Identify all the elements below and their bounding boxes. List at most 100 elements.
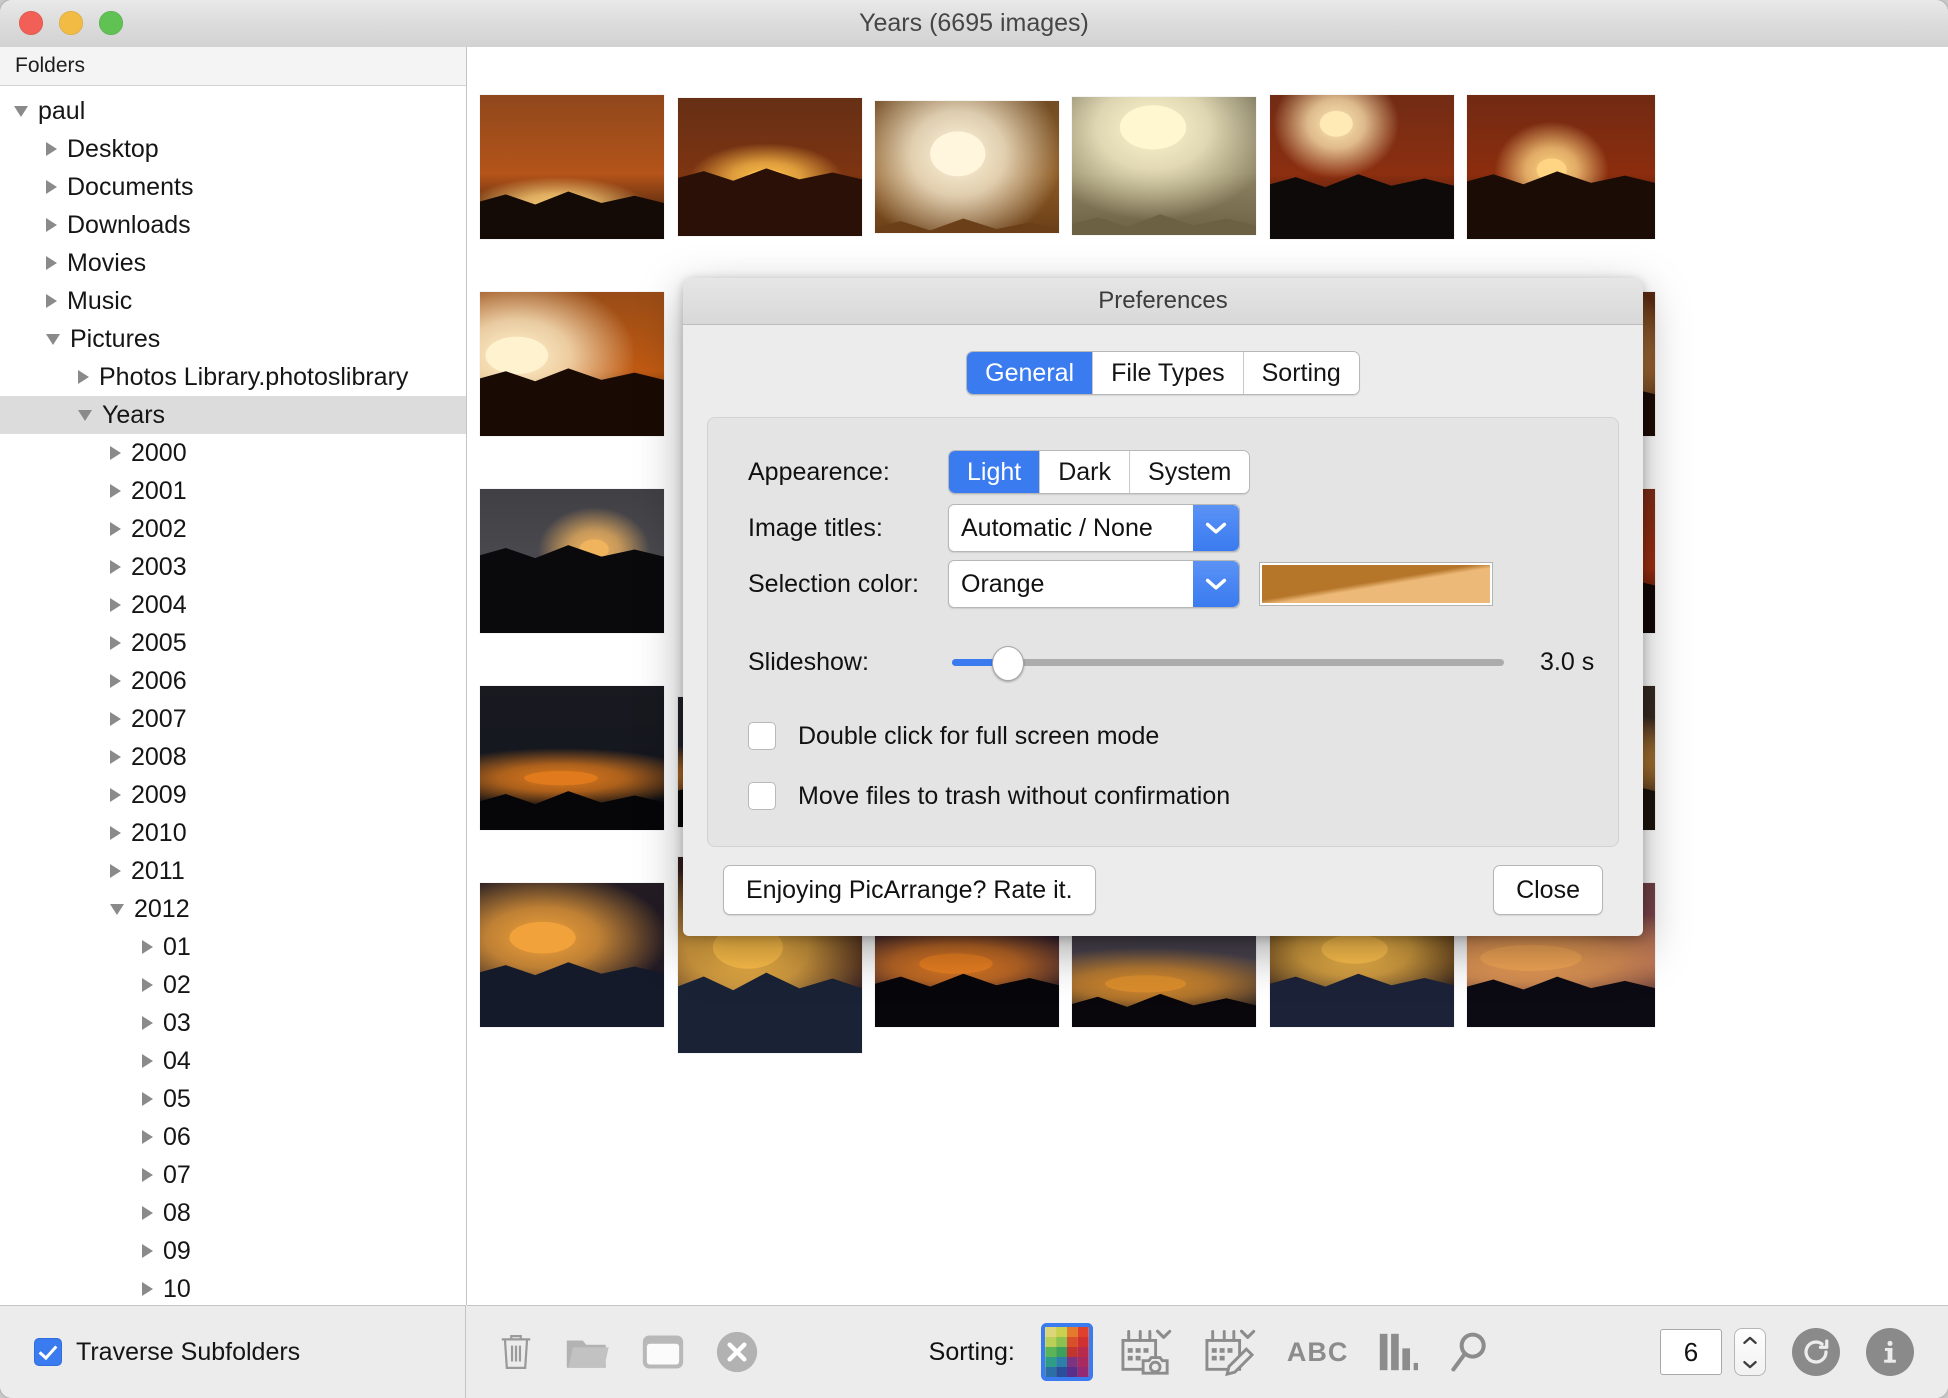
selection-color-dropdown[interactable]: Orange [948,560,1240,608]
folder-tree-item[interactable]: Years [0,396,466,434]
photo-thumbnail[interactable] [480,95,664,239]
photo-thumbnail[interactable] [1467,95,1655,239]
folder-tree-item[interactable]: Downloads [0,206,466,244]
disclosure-open-icon[interactable] [46,333,60,345]
disclosure-closed-icon[interactable] [142,1054,153,1068]
folder-tree-item[interactable]: 10 [0,1270,466,1305]
folder-tree-item[interactable]: 04 [0,1042,466,1080]
appearance-segmented-control[interactable]: Light Dark System [948,450,1251,494]
refresh-icon[interactable] [1791,1328,1840,1376]
folder-tree-item[interactable]: Desktop [0,130,466,168]
folder-stack-icon[interactable] [565,1332,611,1372]
disclosure-closed-icon[interactable] [110,864,121,878]
tab-file-types[interactable]: File Types [1093,352,1244,394]
disclosure-closed-icon[interactable] [110,598,121,612]
disclosure-closed-icon[interactable] [110,446,121,460]
photo-thumbnail[interactable] [678,98,862,236]
dialog-checkbox-row[interactable]: Move files to trash without confirmation [748,766,1618,826]
disclosure-open-icon[interactable] [110,903,124,915]
image-titles-dropdown[interactable]: Automatic / None [948,504,1240,552]
folder-tree-item[interactable]: 2010 [0,814,466,852]
folder-tree-item[interactable]: Movies [0,244,466,282]
disclosure-closed-icon[interactable] [46,218,57,232]
dialog-tabs[interactable]: General File Types Sorting [683,351,1643,395]
appearance-option-dark[interactable]: Dark [1040,451,1131,493]
photo-thumbnail[interactable] [875,101,1059,233]
folder-tree-item[interactable]: Photos Library.photoslibrary [0,358,466,396]
disclosure-closed-icon[interactable] [46,294,57,308]
disclosure-closed-icon[interactable] [142,1282,153,1296]
bar-chart-icon[interactable] [1378,1330,1419,1374]
disclosure-open-icon[interactable] [14,105,28,117]
dialog-checkbox-row[interactable]: Double click for full screen mode [748,706,1618,766]
folder-tree-item[interactable]: 09 [0,1232,466,1270]
folder-tree-item[interactable]: 06 [0,1118,466,1156]
photo-thumbnail[interactable] [1270,95,1454,239]
folder-tree-item[interactable]: 07 [0,1156,466,1194]
disclosure-closed-icon[interactable] [46,180,57,194]
calendar-camera-icon[interactable] [1119,1327,1173,1377]
folder-tree-item[interactable]: 2009 [0,776,466,814]
window-icon[interactable] [641,1333,685,1371]
disclosure-closed-icon[interactable] [142,1244,153,1258]
photo-thumbnail[interactable] [480,883,664,1027]
appearance-option-system[interactable]: System [1130,451,1250,493]
disclosure-closed-icon[interactable] [110,826,121,840]
rate-app-button[interactable]: Enjoying PicArrange? Rate it. [723,865,1096,915]
folder-tree-item[interactable]: 05 [0,1080,466,1118]
disclosure-closed-icon[interactable] [110,522,121,536]
folder-tree-item[interactable]: 01 [0,928,466,966]
trash-icon[interactable] [497,1330,535,1374]
folder-tree-item[interactable]: 03 [0,1004,466,1042]
folder-tree-item[interactable]: 2006 [0,662,466,700]
folder-tree-item[interactable]: paul [0,92,466,130]
close-dialog-button[interactable]: Close [1493,865,1603,915]
folder-tree-item[interactable]: 2000 [0,434,466,472]
photo-thumbnail[interactable] [1072,97,1256,235]
chevron-down-icon[interactable] [1193,505,1239,551]
photo-thumbnail[interactable] [480,489,664,633]
magnifier-icon[interactable] [1448,1330,1490,1374]
abc-icon[interactable]: ABC [1287,1337,1349,1368]
disclosure-closed-icon[interactable] [110,636,121,650]
disclosure-closed-icon[interactable] [110,484,121,498]
slideshow-slider-thumb[interactable] [992,645,1025,681]
folder-tree-item[interactable]: 08 [0,1194,466,1232]
folder-tree-item[interactable]: Pictures [0,320,466,358]
trash-without-confirmation-checkbox[interactable] [748,782,776,810]
disclosure-closed-icon[interactable] [110,712,121,726]
disclosure-closed-icon[interactable] [110,560,121,574]
folder-tree-item[interactable]: 02 [0,966,466,1004]
folder-tree-item[interactable]: 2008 [0,738,466,776]
folder-tree-item[interactable]: Music [0,282,466,320]
disclosure-closed-icon[interactable] [78,370,89,384]
tab-general[interactable]: General [967,352,1094,394]
color-grid-icon[interactable] [1045,1327,1089,1377]
disclosure-closed-icon[interactable] [46,142,57,156]
info-icon[interactable] [1865,1328,1914,1376]
appearance-option-light[interactable]: Light [949,451,1041,493]
disclosure-open-icon[interactable] [78,409,92,421]
disclosure-closed-icon[interactable] [110,750,121,764]
disclosure-closed-icon[interactable] [46,256,57,270]
traverse-subfolders-row[interactable]: Traverse Subfolders [0,1305,466,1398]
folder-tree-item[interactable]: 2003 [0,548,466,586]
close-circle-icon[interactable] [715,1330,759,1374]
disclosure-closed-icon[interactable] [110,788,121,802]
photo-thumbnail[interactable] [480,292,664,436]
disclosure-closed-icon[interactable] [142,1016,153,1030]
folder-tree-item[interactable]: 2002 [0,510,466,548]
disclosure-closed-icon[interactable] [110,674,121,688]
disclosure-closed-icon[interactable] [142,978,153,992]
slideshow-slider[interactable] [952,645,1504,681]
disclosure-closed-icon[interactable] [142,1130,153,1144]
disclosure-closed-icon[interactable] [142,1092,153,1106]
chevron-down-icon[interactable] [1193,561,1239,607]
tab-sorting[interactable]: Sorting [1243,352,1359,394]
folder-tree[interactable]: paul Desktop Documents Downloads Movies Music… [0,86,466,1305]
folder-tree-item[interactable]: 2004 [0,586,466,624]
calendar-pencil-icon[interactable] [1203,1327,1257,1377]
folder-tree-item[interactable]: 2001 [0,472,466,510]
double-click-fullscreen-checkbox[interactable] [748,722,776,750]
disclosure-closed-icon[interactable] [142,1206,153,1220]
